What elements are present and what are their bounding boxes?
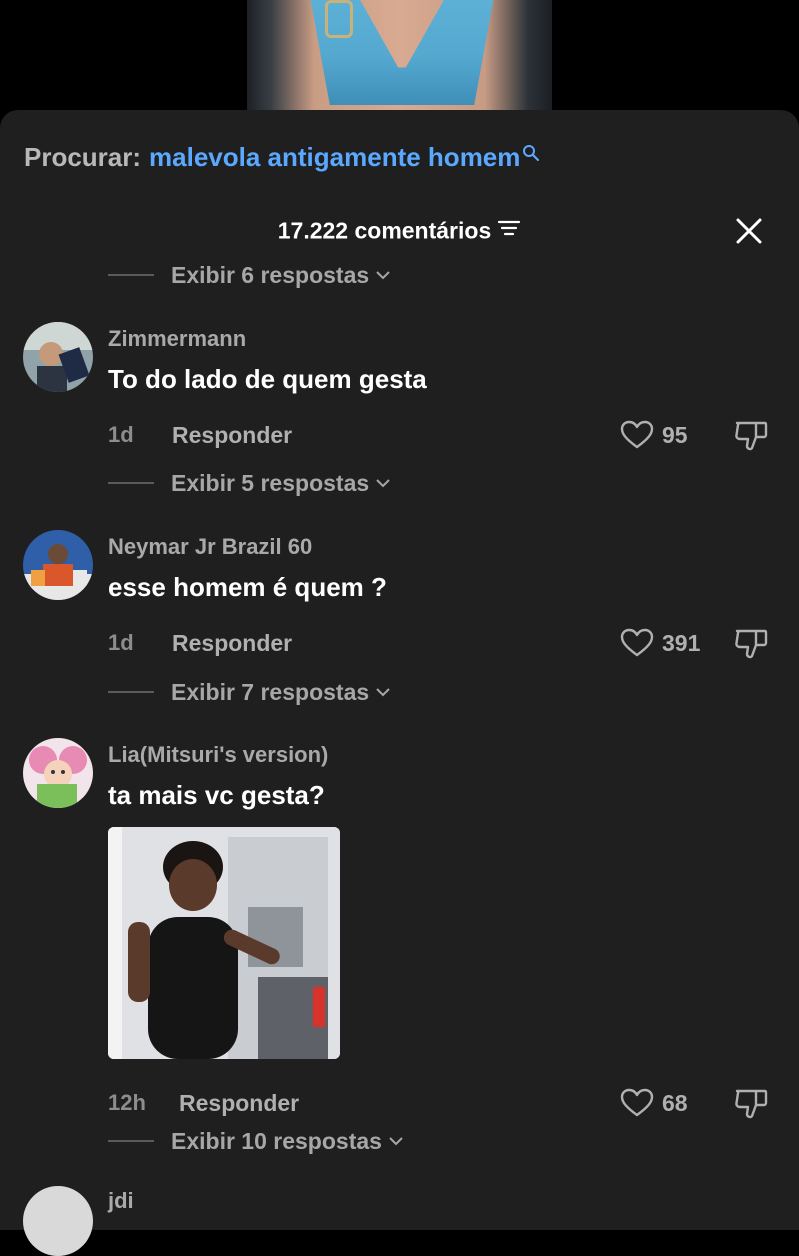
comment-username[interactable]: Lia(Mitsuri's version): [108, 742, 328, 768]
comment-time: 1d: [108, 630, 134, 655]
like-count: 391: [662, 629, 701, 656]
comment-time: 12h: [108, 1090, 146, 1115]
search-icon: [522, 138, 540, 169]
thumbs-down-icon: [735, 629, 768, 659]
view-replies-button[interactable]: Exibir 5 respostas: [108, 468, 391, 498]
replies-divider: [108, 1140, 154, 1142]
search-term-link[interactable]: malevola antigamente homem: [149, 142, 520, 172]
comment-username[interactable]: Neymar Jr Brazil 60: [108, 534, 312, 560]
thumbs-down-icon: [735, 421, 768, 451]
comment-actions: 1d Responder 95: [108, 420, 778, 451]
view-replies-label: Exibir 10 respostas: [171, 1127, 382, 1154]
heart-icon: [620, 628, 654, 657]
dislike-button[interactable]: [734, 419, 768, 456]
replies-divider: [108, 274, 154, 276]
comment-actions: 12h Responder 68: [108, 1088, 778, 1119]
avatar[interactable]: [23, 530, 93, 600]
dislike-button[interactable]: [734, 1087, 768, 1124]
comments-sheet: Procurar: malevola antigamente homem 17.2…: [0, 110, 799, 1256]
like-count: 68: [662, 1089, 688, 1116]
avatar[interactable]: [23, 322, 93, 392]
comment-text: esse homem é quem ?: [108, 572, 387, 602]
chevron-down-icon: [389, 1137, 403, 1146]
like-button[interactable]: 68: [620, 1088, 688, 1118]
chevron-down-icon: [376, 271, 390, 280]
avatar[interactable]: [23, 738, 93, 808]
comment-username[interactable]: jdi: [108, 1188, 134, 1214]
thumbs-down-icon: [735, 1089, 768, 1119]
like-button[interactable]: 95: [620, 420, 688, 450]
reply-button[interactable]: Responder: [172, 420, 292, 450]
video-subject-necklace: [325, 0, 353, 38]
close-icon: [736, 218, 762, 244]
comment-count: 17.222 comentários: [277, 217, 492, 244]
view-replies-button[interactable]: Exibir 10 respostas: [108, 1126, 404, 1156]
search-suggestion[interactable]: Procurar: malevola antigamente homem: [24, 142, 540, 173]
dislike-button[interactable]: [734, 627, 768, 664]
avatar[interactable]: [23, 1186, 93, 1256]
view-replies-label: Exibir 6 respostas: [171, 261, 370, 288]
view-replies-label: Exibir 7 respostas: [171, 678, 370, 705]
comment-username[interactable]: Zimmermann: [108, 326, 246, 352]
reply-button[interactable]: Responder: [179, 1088, 299, 1118]
comment-time: 1d: [108, 422, 134, 447]
view-replies-label: Exibir 5 respostas: [171, 469, 370, 496]
comment-attached-image[interactable]: [108, 827, 340, 1059]
search-label: Procurar:: [24, 142, 142, 172]
like-button[interactable]: 391: [620, 628, 700, 658]
heart-icon: [620, 420, 654, 449]
replies-divider: [108, 482, 154, 484]
chevron-down-icon: [376, 688, 390, 697]
comment-text: ta mais vc gesta?: [108, 780, 325, 810]
reply-button[interactable]: Responder: [172, 628, 292, 658]
view-replies-button[interactable]: Exibir 6 respostas: [108, 260, 391, 290]
comment-actions: 1d Responder 391: [108, 628, 778, 659]
close-button[interactable]: [734, 216, 764, 246]
comment-text: To do lado de quem gesta: [108, 364, 427, 394]
heart-icon: [620, 1088, 654, 1117]
replies-divider: [108, 691, 154, 693]
comments-header: 17.222 comentários: [0, 216, 799, 244]
sort-filter-icon[interactable]: [497, 217, 521, 244]
like-count: 95: [662, 421, 688, 448]
view-replies-button[interactable]: Exibir 7 respostas: [108, 677, 391, 707]
chevron-down-icon: [376, 479, 390, 488]
